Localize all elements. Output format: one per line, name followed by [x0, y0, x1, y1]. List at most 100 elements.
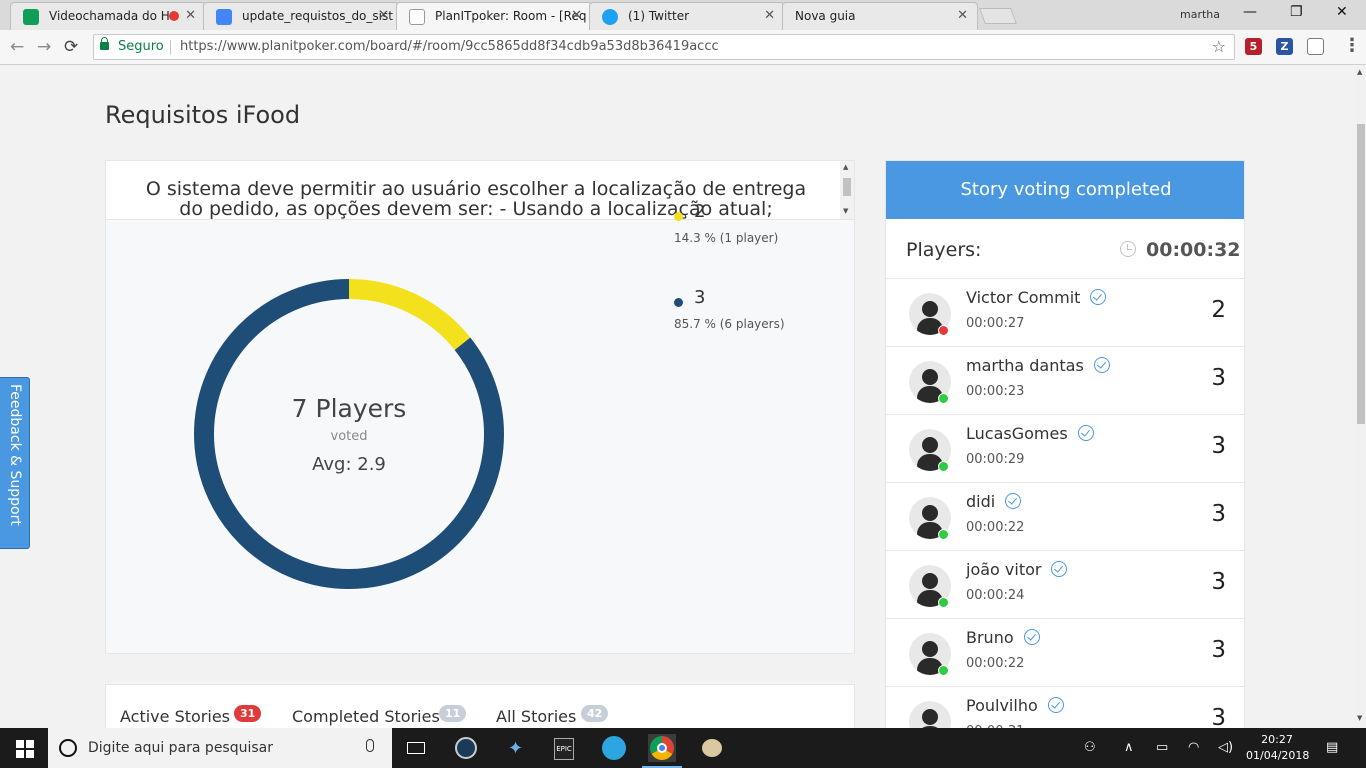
browser-tab-active[interactable]: PlanITpoker: Room - [Req ✕ [396, 2, 592, 30]
lamp-icon[interactable] [1307, 38, 1324, 55]
restore-icon[interactable]: ❐ [1290, 4, 1303, 20]
player-row: LucasGomes 00:00:29 3 [886, 415, 1244, 483]
extension-label: Z [1280, 40, 1289, 53]
clock-date: 01/04/2018 [1246, 749, 1310, 762]
player-name-line: Bruno [966, 628, 1040, 647]
player-name: Poulvilho [966, 696, 1038, 715]
player-row: joão vitor 00:00:24 3 [886, 551, 1244, 619]
microphone-icon[interactable] [366, 739, 374, 752]
scroll-up-icon[interactable]: ▲ [843, 163, 848, 171]
lock-icon [100, 37, 109, 50]
minimize-icon[interactable]: — [1243, 4, 1257, 20]
browser-tab[interactable]: Videochamada do Ha ✕ [10, 2, 206, 30]
scroll-down-icon[interactable]: ▼ [843, 207, 848, 215]
chrome-icon[interactable] [642, 734, 682, 768]
clock-time: 20:27 [1261, 733, 1293, 746]
room-title: Requisitos iFood [105, 101, 301, 129]
forward-icon[interactable]: → [37, 37, 51, 57]
profile-name[interactable]: martha [1180, 8, 1220, 21]
player-vote-time: 00:00:27 [966, 316, 1025, 331]
show-hidden-icons[interactable]: ∧ [1124, 740, 1134, 755]
scroll-thumb[interactable] [1357, 124, 1365, 424]
close-window-icon[interactable]: ✕ [1336, 4, 1348, 20]
browser-tab[interactable]: Nova guia ✕ [782, 2, 978, 30]
players-panel: Story voting completed Players: 00:00:32… [885, 160, 1245, 728]
close-icon[interactable]: ✕ [957, 8, 968, 23]
online-status-icon [938, 665, 949, 676]
legend-percent: 85.7 % (6 players) [674, 317, 785, 331]
battery-icon[interactable]: ▭ [1156, 740, 1168, 755]
feedback-support-button[interactable]: Feedback & Support [0, 377, 30, 549]
close-icon[interactable]: ✕ [571, 8, 582, 23]
windows-taskbar: Digite aqui para pesquisar ✦ EPIC ⚇ ∧ ▭ … [0, 728, 1366, 768]
people-icon[interactable]: ⚇ [1084, 740, 1096, 755]
taskbar-search-box[interactable]: Digite aqui para pesquisar [48, 728, 392, 768]
address-toolbar: ← → ⟳ Seguro https://www.planitpoker.com… [0, 30, 1366, 65]
close-icon[interactable]: ✕ [764, 8, 775, 23]
tab-all-stories[interactable]: All Stories [496, 707, 576, 726]
scroll-down-icon[interactable]: ▼ [1357, 714, 1362, 722]
twitter-icon [602, 9, 618, 25]
browser-menu-icon[interactable]: ⋮ [1343, 35, 1361, 56]
player-name-line: LucasGomes [966, 424, 1094, 443]
battlenet-icon[interactable]: ✦ [502, 734, 530, 762]
steam-icon[interactable] [452, 734, 480, 762]
browser-tab[interactable]: update_requistos_do_sist ✕ [203, 2, 399, 30]
search-placeholder: Digite aqui para pesquisar [88, 740, 274, 756]
scroll-up-icon[interactable]: ▲ [1357, 68, 1362, 76]
page-scrollbar[interactable]: ▲ ▼ [1356, 66, 1366, 728]
story-scrollbar[interactable]: ▲ ▼ [840, 161, 854, 219]
legend-value: 2 [694, 201, 706, 222]
player-name-line: didi [966, 492, 1022, 511]
player-name: Victor Commit [966, 288, 1081, 307]
player-name-line: martha dantas [966, 356, 1110, 375]
close-icon[interactable]: ✕ [185, 8, 196, 23]
player-vote-time: 00:00:23 [966, 384, 1025, 399]
online-status-icon [938, 325, 949, 336]
notifications-icon[interactable]: ▤ [1326, 740, 1338, 755]
url-bar[interactable]: Seguro https://www.planitpoker.com/board… [93, 34, 1235, 60]
back-icon[interactable]: ← [10, 37, 24, 57]
windows-start-icon[interactable] [16, 740, 34, 758]
online-status-icon [938, 529, 949, 540]
legend-dot [674, 298, 683, 307]
paint-icon[interactable] [698, 734, 726, 762]
voted-check-icon [1051, 561, 1068, 577]
planitpoker-room-page: Requisitos iFood O sistema deve permitir… [0, 66, 1356, 728]
player-name: didi [966, 492, 996, 511]
voted-check-icon [1093, 357, 1110, 373]
secure-label: Seguro [118, 39, 164, 54]
zotero-icon[interactable]: Z [1276, 38, 1293, 55]
bookmark-star-icon[interactable]: ☆ [1212, 35, 1226, 59]
url-text[interactable]: https://www.planitpoker.com/board/#/room… [180, 35, 719, 59]
player-vote-time: 00:00:24 [966, 588, 1025, 603]
voted-label: voted [330, 429, 368, 444]
close-icon[interactable]: ✕ [378, 8, 389, 23]
wifi-icon[interactable]: ◠ [1188, 740, 1199, 755]
browser-tab-strip: Videochamada do Ha ✕ update_requistos_do… [0, 0, 1366, 30]
tab-active-stories[interactable]: Active Stories [120, 707, 230, 726]
new-tab-button[interactable] [979, 8, 1017, 24]
browser-tab[interactable]: (1) Twitter ✕ [589, 2, 785, 30]
player-name: joão vitor [966, 560, 1042, 579]
scroll-thumb[interactable] [843, 178, 851, 196]
volume-icon[interactable]: ◁) [1218, 740, 1233, 755]
task-view-icon[interactable] [402, 734, 430, 762]
planitpoker-icon [409, 9, 425, 25]
online-status-icon [938, 393, 949, 404]
player-vote: 3 [1211, 501, 1226, 527]
completed-stories-count: 11 [439, 705, 467, 722]
reload-icon[interactable]: ⟳ [64, 37, 78, 57]
online-status-icon [938, 597, 949, 608]
player-name-line: Victor Commit [966, 288, 1107, 307]
telegram-icon[interactable] [600, 734, 628, 762]
tab-completed-stories[interactable]: Completed Stories [292, 707, 440, 726]
system-clock[interactable]: 20:27 01/04/2018 [1246, 732, 1310, 764]
stories-tabs-card: Active Stories 31 Completed Stories 11 A… [105, 684, 855, 728]
ublock-icon[interactable]: 5 [1245, 38, 1262, 55]
player-vote: 2 [1211, 297, 1226, 323]
tab-title: Videochamada do Ha [49, 9, 178, 23]
docs-icon [216, 9, 232, 25]
epic-games-icon[interactable]: EPIC [550, 734, 578, 762]
player-row: Victor Commit 00:00:27 2 [886, 279, 1244, 347]
